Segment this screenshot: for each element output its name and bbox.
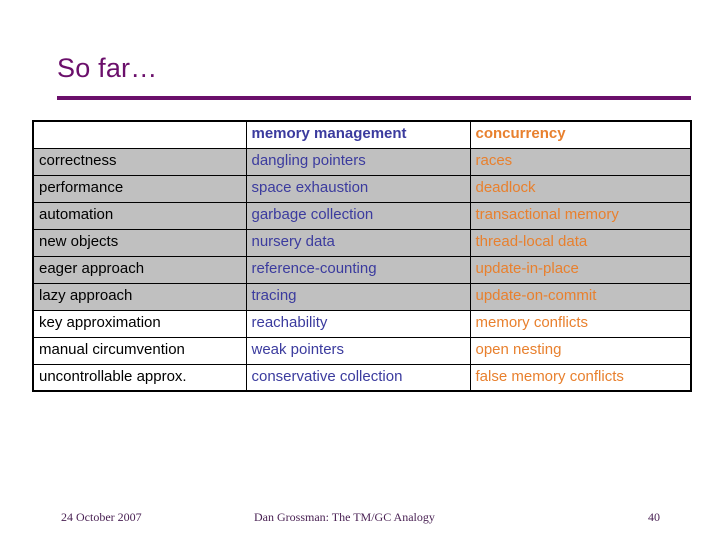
table-cell-topic: key approximation (32, 309, 247, 338)
table-cell-memory: reachability (245, 309, 471, 338)
table-cell-memory: reference-counting (245, 255, 471, 284)
column-header-memory: memory management (245, 120, 471, 149)
table-cell-concurrency: transactional memory (469, 201, 692, 230)
table-row: automation garbage collection transactiona… (32, 201, 692, 230)
table-cell-topic: performance (32, 174, 247, 203)
table-cell-concurrency: thread-local data (469, 228, 692, 257)
table-cell-memory: conservative collection (245, 363, 471, 392)
table-row: eager approach reference-counting update-i… (32, 255, 692, 284)
table-cell-concurrency: races (469, 147, 692, 176)
footer-date: 24 October 2007 (61, 510, 142, 524)
table-cell-topic: automation (32, 201, 247, 230)
table-cell-memory: garbage collection (245, 201, 471, 230)
comparison-table: memory management concurrency correctnes… (32, 120, 692, 392)
table-cell-concurrency: update-on-commit (469, 282, 692, 311)
footer-title: Dan Grossman: The TM/GC Analogy (254, 510, 435, 524)
table-cell-topic: lazy approach (32, 282, 247, 311)
table-row: uncontrollable approx. conservative colle… (32, 363, 692, 392)
table-row: manual circumvention weak pointers open ne… (32, 336, 692, 365)
table-cell-memory: space exhaustion (245, 174, 471, 203)
table-cell-concurrency: open nesting (469, 336, 692, 365)
table-cell-topic: uncontrollable approx. (32, 363, 247, 392)
table-cell-memory: weak pointers (245, 336, 471, 365)
table-cell-concurrency: false memory conflicts (469, 363, 692, 392)
table-cell-concurrency: memory conflicts (469, 309, 692, 338)
column-header-concurrency: concurrency (469, 120, 692, 149)
table-cell-memory: nursery data (245, 228, 471, 257)
table-row: performance space exhaustion deadlock (32, 174, 692, 203)
footer-page-number: 40 (648, 510, 660, 524)
column-header-topic (32, 120, 247, 149)
table-header-row: memory management concurrency (32, 120, 692, 149)
table-row: key approximation reachability memory conf… (32, 309, 692, 338)
page-title: So far… (57, 53, 158, 83)
table-cell-memory: dangling pointers (245, 147, 471, 176)
table-cell-concurrency: deadlock (469, 174, 692, 203)
table-cell-topic: manual circumvention (32, 336, 247, 365)
table-cell-topic: eager approach (32, 255, 247, 284)
table-cell-topic: correctness (32, 147, 247, 176)
table-cell-memory: tracing (245, 282, 471, 311)
table-cell-concurrency: update-in-place (469, 255, 692, 284)
table-row: lazy approach tracing update-on-commit (32, 282, 692, 311)
table-row: correctness dangling pointers races (32, 147, 692, 176)
table-cell-topic: new objects (32, 228, 247, 257)
title-divider (57, 96, 691, 100)
table-body: memory management concurrency correctnes… (32, 120, 692, 392)
table-row: new objects nursery data thread-local data (32, 228, 692, 257)
